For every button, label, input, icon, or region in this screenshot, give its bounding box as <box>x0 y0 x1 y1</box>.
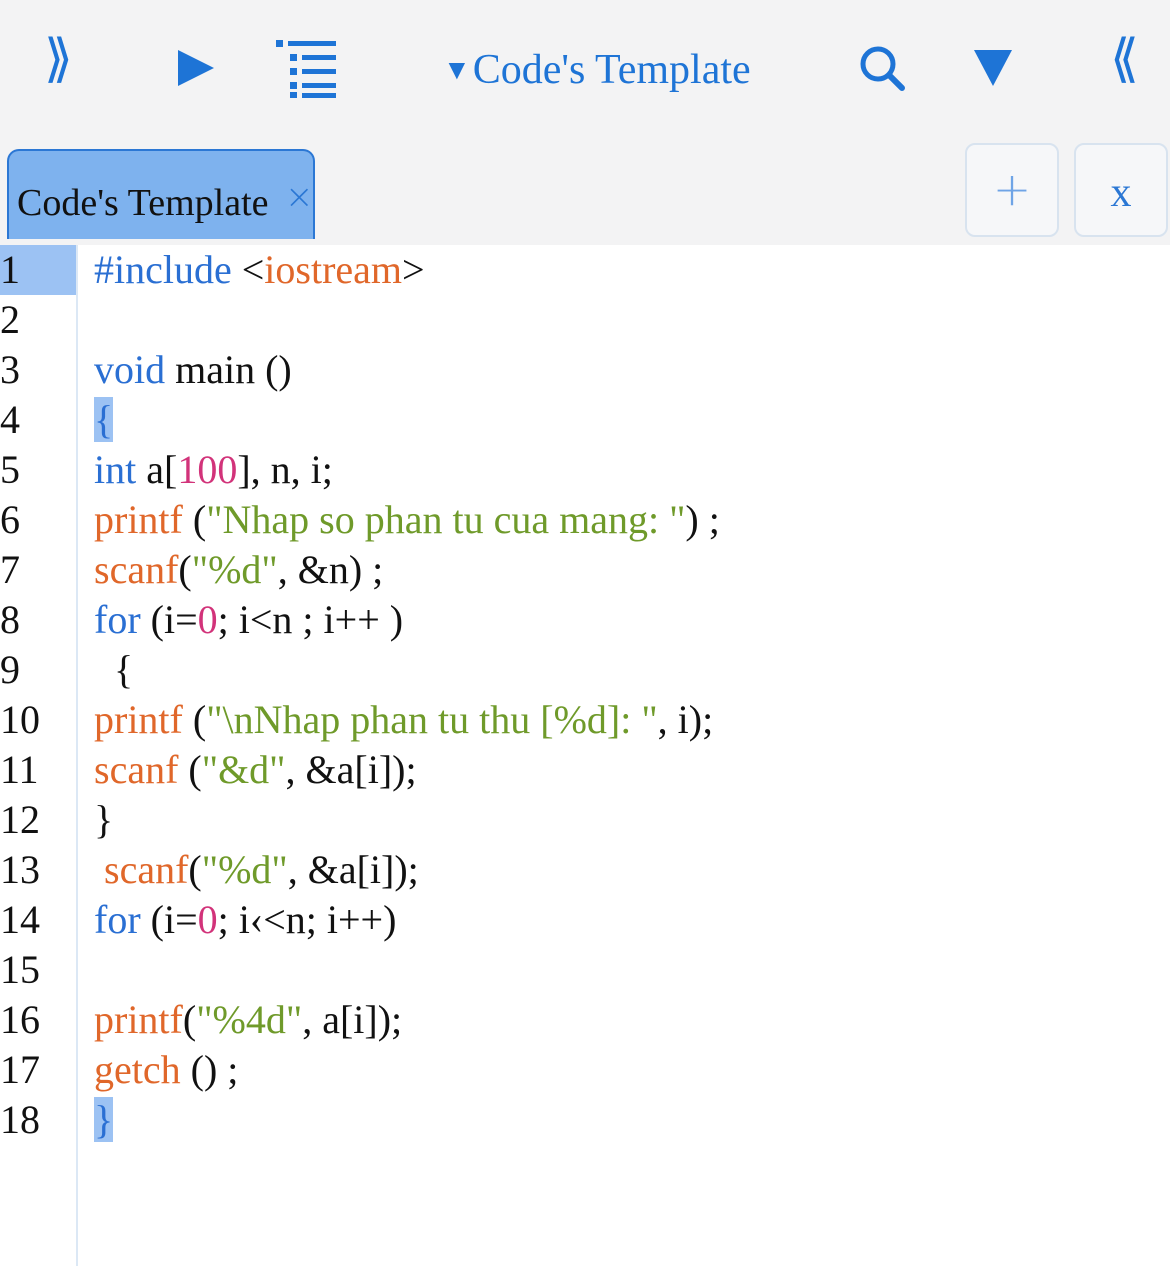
code-line[interactable]: for (i=0; i‹<n; i++) <box>94 895 396 945</box>
chevron-down-icon: ▼ <box>443 55 471 86</box>
line-number: 4 <box>0 397 20 442</box>
code-line[interactable]: printf("%4d", a[i]); <box>94 995 402 1045</box>
tab-label: Code's Template <box>17 182 269 224</box>
line-number: 5 <box>0 447 20 492</box>
code-line[interactable]: int a[100], n, i; <box>94 445 333 495</box>
code-line[interactable]: } <box>94 795 113 845</box>
line-number: 15 <box>0 947 40 992</box>
line-number-gutter: 1 2 3 4 5 6 7 8 9 10 11 12 13 14 15 16 1… <box>0 245 78 1266</box>
line-number: 9 <box>0 647 20 692</box>
code-line[interactable]: scanf ("&d", &a[i]); <box>94 745 417 795</box>
code-line[interactable]: } <box>94 1095 114 1145</box>
code-line[interactable]: printf ("Nhap so phan tu cua mang: ") ; <box>94 495 720 545</box>
line-number: 2 <box>0 297 20 342</box>
line-number: 3 <box>0 347 20 392</box>
code-line[interactable]: { <box>94 645 133 695</box>
code-line[interactable]: for (i=0; i<n ; i++ ) <box>94 595 403 645</box>
line-number: 13 <box>0 847 40 892</box>
line-number: 12 <box>0 797 40 842</box>
line-number: 10 <box>0 697 40 742</box>
matched-brace: { <box>94 397 114 442</box>
outline-list-icon[interactable] <box>276 40 338 103</box>
expand-icon[interactable]: ⟫ <box>44 34 73 86</box>
play-icon[interactable] <box>176 48 216 93</box>
line-number: 16 <box>0 997 40 1042</box>
code-line[interactable]: #include <iostream> <box>94 245 425 295</box>
line-number: 17 <box>0 1047 40 1092</box>
collapse-icon[interactable]: ⟪ <box>1110 34 1139 86</box>
line-number: 1 <box>0 245 76 295</box>
code-line[interactable]: scanf("%d", &n) ; <box>94 545 383 595</box>
editor-toolbar: ⟫ ▼Code's Template ⟪ Code's Template × +… <box>0 0 1170 245</box>
code-line[interactable]: scanf("%d", &a[i]); <box>94 845 419 895</box>
code-line[interactable]: getch () ; <box>94 1045 238 1095</box>
close-all-button[interactable]: x <box>1074 143 1168 237</box>
close-tab-icon[interactable]: × <box>285 177 314 217</box>
search-icon[interactable] <box>858 44 906 97</box>
line-number: 8 <box>0 597 20 642</box>
matched-brace: } <box>94 1097 114 1142</box>
code-line[interactable]: void main () <box>94 345 292 395</box>
add-tab-button[interactable]: + <box>965 143 1059 237</box>
tab-codes-template[interactable]: Code's Template × <box>7 149 315 239</box>
filter-icon[interactable] <box>974 50 1012 93</box>
line-number: 18 <box>0 1097 40 1142</box>
code-editor[interactable]: 1 2 3 4 5 6 7 8 9 10 11 12 13 14 15 16 1… <box>0 245 1170 1266</box>
code-line[interactable]: printf ("\nNhap phan tu thu [%d]: ", i); <box>94 695 713 745</box>
line-number: 11 <box>0 747 39 792</box>
template-title-dropdown[interactable]: ▼Code's Template <box>443 44 751 97</box>
line-number: 7 <box>0 547 20 592</box>
code-line[interactable]: { <box>94 395 114 445</box>
line-number: 6 <box>0 497 20 542</box>
line-number: 14 <box>0 897 40 942</box>
toolbar-title: Code's Template <box>472 47 751 93</box>
